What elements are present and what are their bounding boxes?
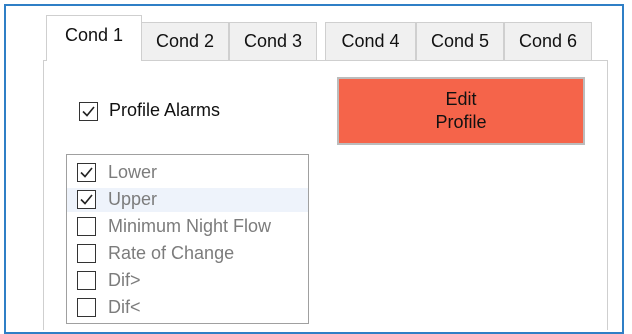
dif-greater-label: Dif> [108,270,141,290]
alarm-checklist[interactable]: Lower Upper Minimum Night Flow Rate of C… [66,154,309,324]
list-item-rate-of-change[interactable]: Rate of Change [67,242,308,266]
checkmark-icon [80,167,93,178]
upper-label: Upper [108,189,158,209]
checkmark-icon [80,194,93,205]
upper-checkbox[interactable] [77,190,96,209]
minimum-night-flow-checkbox[interactable] [77,217,96,236]
profile-alarms-label: Profile Alarms [109,100,221,120]
list-item-lower[interactable]: Lower [67,161,308,185]
list-item-dif-less[interactable]: Dif< [67,296,308,320]
minimum-night-flow-label: Minimum Night Flow [108,216,272,236]
profile-alarms-checkbox[interactable] [79,102,98,121]
dif-greater-checkbox[interactable] [77,271,96,290]
checkmark-icon [82,106,95,117]
lower-label: Lower [108,162,158,182]
edit-profile-button[interactable]: Edit Profile [337,77,585,145]
tab-cond-5[interactable]: Cond 5 [416,22,504,60]
rate-of-change-checkbox[interactable] [77,244,96,263]
lower-checkbox[interactable] [77,163,96,182]
tab-cond-6[interactable]: Cond 6 [504,22,592,60]
list-item-minimum-night-flow[interactable]: Minimum Night Flow [67,215,308,239]
tab-cond-2[interactable]: Cond 2 [141,22,229,60]
tab-cond-4[interactable]: Cond 4 [325,22,416,60]
edit-profile-line1: Edit [445,89,477,109]
tab-cond-3[interactable]: Cond 3 [229,22,317,60]
edit-profile-line2: Profile [435,112,487,132]
dif-less-checkbox[interactable] [77,298,96,317]
tab-cond-1[interactable]: Cond 1 [46,15,142,61]
list-item-upper[interactable]: Upper [67,188,308,212]
list-item-dif-greater[interactable]: Dif> [67,269,308,293]
rate-of-change-label: Rate of Change [108,243,235,263]
